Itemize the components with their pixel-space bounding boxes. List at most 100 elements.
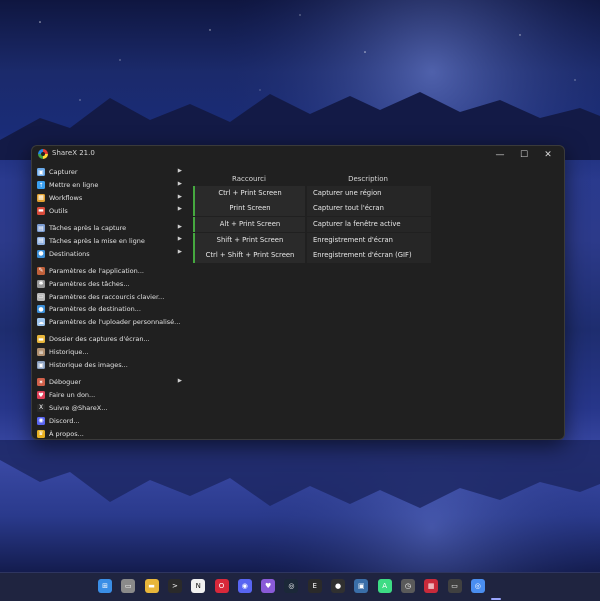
sharex-capture-icon[interactable]: ▣ [354,579,369,593]
hotkey-button[interactable]: Print Screen [195,201,305,217]
menu-item-label: Suivre @ShareX... [49,403,108,412]
terminal-icon[interactable]: > [167,579,182,593]
submenu-arrow-icon: ▶ [177,180,182,187]
hotkey-row[interactable]: Shift + Print Screen Enregistrement d'écr… [193,232,431,248]
menu-item[interactable]: ✱ Paramètres des tâches... [34,277,184,290]
discord-icon: ◉ [37,416,45,425]
opera-icon[interactable]: O [214,579,229,593]
image-history-icon: ▣ [37,361,45,370]
menu-item-label: Discord... [49,416,80,425]
hotkey-row[interactable]: Print Screen Capturer tout l'écran [193,201,431,217]
hotkey-button[interactable]: Alt + Print Screen [195,216,305,233]
submenu-arrow-icon: ▶ [177,168,182,174]
monitor-icon[interactable]: ▭ [447,579,462,593]
hotkey-row[interactable]: Ctrl + Shift + Print Screen Enregistremen… [193,248,431,264]
workflows-grid-icon: ▦ [37,193,45,202]
menu-item-label: Paramètres des tâches... [49,279,130,288]
notion-icon[interactable]: N [191,579,206,593]
menu-item-label: À propos... [49,429,84,438]
menu-item[interactable]: ● Destinations ▶ [34,247,184,260]
cloud-icon: ☁ [37,318,45,327]
upload-arrow-icon: ↑ [37,181,45,190]
stream-deck-icon[interactable]: ▦ [424,579,439,593]
android-studio-icon[interactable]: A [377,579,392,593]
steam-icon[interactable]: ◎ [284,579,299,593]
menu-item[interactable]: ◉ Discord... [34,414,184,427]
sharex-logo-icon [38,149,48,159]
main-menu: ▣ Capturer ▶ ↑ Mettre en ligne ▶ ▦ Workflows ▶ ▬ O… [34,166,184,440]
maximize-button[interactable]: ☐ [511,146,537,163]
sharex-icon[interactable]: ◎ [470,579,485,593]
toolbox-icon: ▬ [37,206,45,215]
menu-item-label: Paramètres de l'application... [49,266,144,275]
menu-item-label: Déboguer [49,378,82,387]
menu-item-label: Paramètres de l'uploader personnalisé... [49,318,181,327]
submenu-arrow-icon: ▶ [177,249,182,256]
column-header-shortcut[interactable]: Raccourci [193,175,305,183]
menu-item[interactable]: ▤ Tâches après la mise en ligne ▶ [34,234,184,247]
hotkey-description[interactable]: Capturer tout l'écran [307,201,431,217]
menu-item[interactable]: ▬ Dossier des captures d'écran... [34,333,184,346]
submenu-arrow-icon: ▶ [177,206,182,213]
taskbar: ⊞ ▭ ▬ > N O ◉ ♥ ◎ E ● ▣ A ◷ ▦ ▭ ◎ [0,572,600,601]
menu-item-label: Historique des images... [49,361,128,370]
menu-item[interactable]: ▬ Outils ▶ [34,204,184,217]
hotkey-button[interactable]: Shift + Print Screen [195,232,305,248]
globe-icon: ● [37,249,45,258]
heart-app-icon[interactable]: ♥ [261,579,276,593]
menu-item[interactable]: ♛ À propos... [34,427,184,440]
menu-item-label: Tâches après la mise en ligne [49,236,145,245]
hotkey-rows: Ctrl + Print Screen Capturer une région Pr… [193,185,431,264]
menu-item[interactable]: ≡ Historique... [34,346,184,359]
menu-item[interactable]: ▦ Workflows ▶ [34,192,184,205]
menu-item-label: Tâches après la capture [49,224,127,233]
hotkey-button[interactable]: Ctrl + Print Screen [195,185,305,201]
menu-item[interactable]: ↑ Mettre en ligne ▶ [34,179,184,192]
menu-item[interactable]: ✶ Déboguer ▶ [34,376,184,389]
menu-item-label: Dossier des captures d'écran... [49,335,150,344]
menu-item[interactable]: ☁ Paramètres de l'uploader personnalisé..… [34,316,184,329]
hotkey-description[interactable]: Enregistrement d'écran (GIF) [307,248,431,264]
hotkey-description[interactable]: Enregistrement d'écran [307,232,431,248]
clock-icon[interactable]: ◷ [400,579,415,593]
crown-icon: ♛ [37,429,45,438]
menu-item[interactable]: ♥ Faire un don... [34,389,184,402]
minimize-button[interactable]: — [487,146,513,163]
title-bar[interactable]: ShareX 21.0 — ☐ ✕ [32,146,564,163]
hotkey-row[interactable]: Alt + Print Screen Capturer la fenêtre ac… [193,216,431,233]
hotkey-button[interactable]: Ctrl + Shift + Print Screen [195,248,305,264]
x-logo-icon: X [37,403,45,412]
menu-item[interactable]: ▭ Paramètres des raccourcis clavier... [34,290,184,303]
menu-item[interactable]: X Suivre @ShareX... [34,402,184,415]
obs-icon[interactable]: ● [331,579,345,593]
epic-games-icon[interactable]: E [307,579,322,593]
menu-item[interactable]: ✎ Paramètres de l'application... [34,265,184,278]
keyboard-icon: ▭ [37,292,45,301]
menu-item-label: Faire un don... [49,391,96,400]
bug-icon: ✶ [37,378,45,387]
hotkey-description[interactable]: Capturer une région [307,185,431,201]
folder-icon: ▬ [37,335,45,344]
windows-start-icon[interactable]: ⊞ [98,579,112,593]
column-header-description[interactable]: Description [305,175,431,183]
heart-icon: ♥ [37,391,45,400]
file-explorer-icon[interactable]: ▬ [144,579,159,593]
hotkey-list: Raccourci Description Ctrl + Print Scree… [193,172,431,264]
menu-item[interactable]: ▣ Capturer ▶ [34,166,184,179]
hotkey-list-header: Raccourci Description [193,172,431,185]
hotkey-description[interactable]: Capturer la fenêtre active [307,216,431,233]
close-button[interactable]: ✕ [535,146,561,163]
menu-item-label: Destinations [49,249,90,258]
menu-item-label: Mettre en ligne [49,181,99,190]
image-task-icon: ▤ [37,224,45,233]
submenu-arrow-icon: ▶ [177,223,182,230]
discord-icon[interactable]: ◉ [237,579,252,593]
hotkey-row[interactable]: Ctrl + Print Screen Capturer une région [193,185,431,201]
wrench-icon: ✎ [37,266,45,275]
upload-task-icon: ▤ [37,236,45,245]
menu-item[interactable]: ▤ Tâches après la capture ▶ [34,222,184,235]
menu-item[interactable]: ● Paramètres de destination... [34,303,184,316]
menu-item[interactable]: ▣ Historique des images... [34,359,184,372]
task-view-icon[interactable]: ▭ [121,579,136,593]
submenu-arrow-icon: ▶ [177,377,182,384]
